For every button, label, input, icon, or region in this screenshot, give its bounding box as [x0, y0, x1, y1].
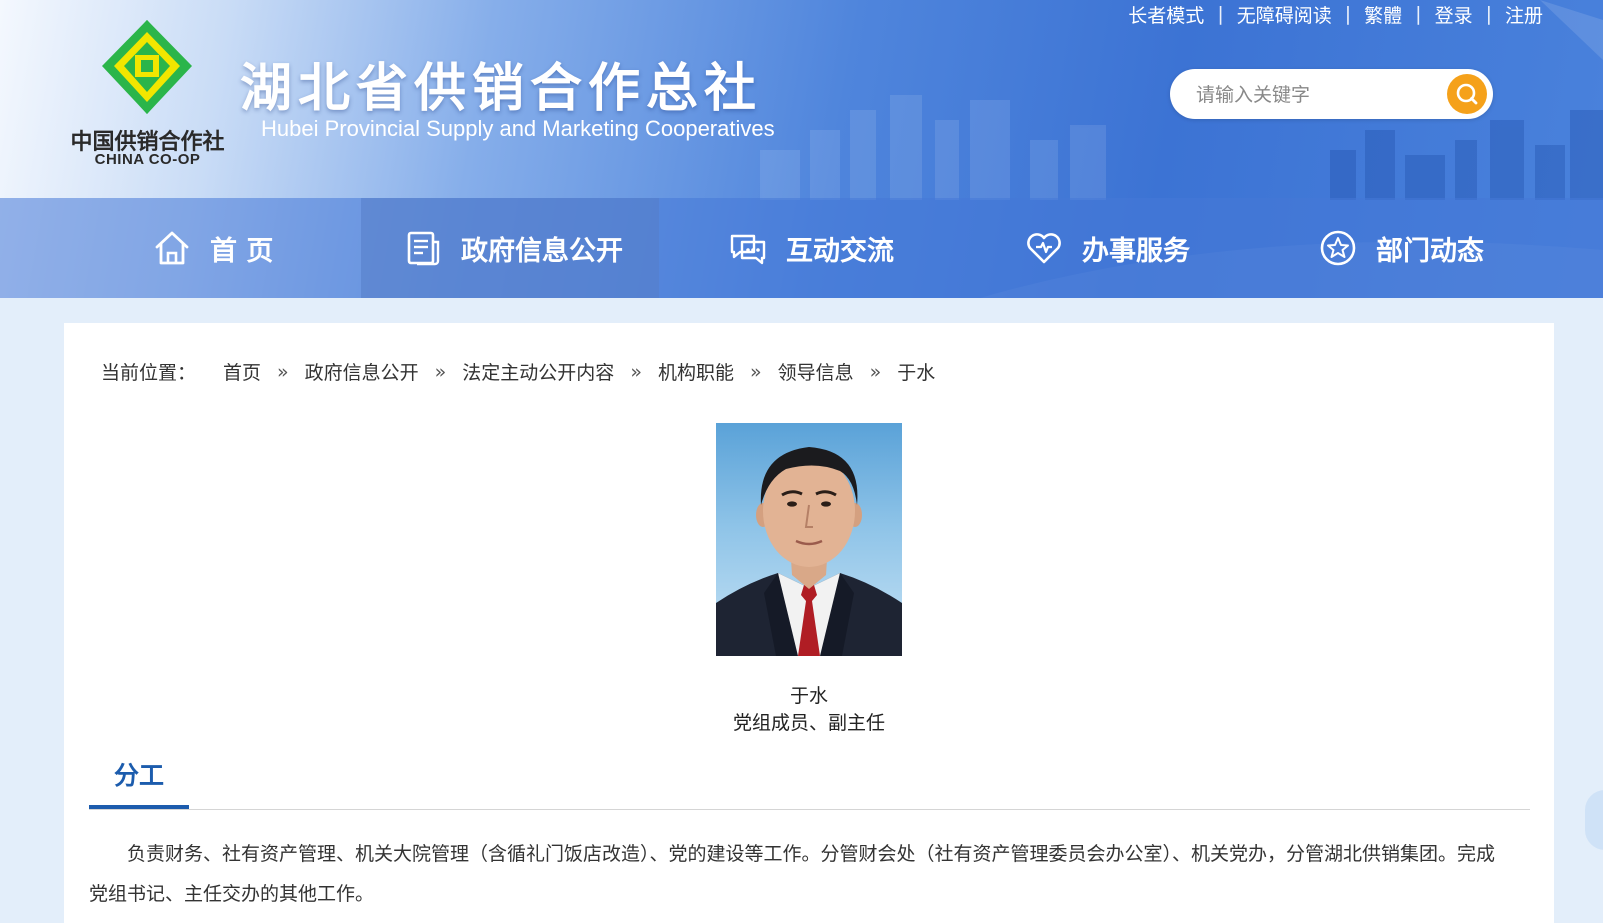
logo-english-text: CHINA CO-OP: [94, 151, 201, 168]
breadcrumb-item-institution-functions[interactable]: 机构职能: [658, 358, 734, 385]
register-link[interactable]: 注册: [1505, 1, 1543, 28]
elder-mode-link[interactable]: 长者模式: [1128, 1, 1204, 28]
portrait-illustration: [716, 447, 902, 656]
search-button[interactable]: [1447, 74, 1487, 114]
breadcrumb-separator: »: [630, 360, 642, 383]
breadcrumb-separator: »: [749, 360, 762, 383]
nav-item-interaction[interactable]: 互动交流: [728, 198, 894, 298]
nav-label-department-news: 部门动态: [1376, 235, 1484, 267]
leader-portrait: [716, 423, 902, 656]
site-logo[interactable]: 中国供销合作社 CHINA CO-OP: [60, 18, 235, 168]
breadcrumb-item-home[interactable]: 首页: [223, 358, 261, 385]
china-coop-emblem-icon: [102, 20, 192, 114]
nav-label-interaction: 互动交流: [786, 235, 894, 267]
floating-side-button[interactable]: [1585, 790, 1603, 850]
chat-icon: [730, 234, 766, 265]
breadcrumb-separator: »: [869, 360, 882, 383]
breadcrumb-separator: »: [277, 360, 289, 383]
divider: |: [1485, 3, 1492, 25]
search-box: [1170, 69, 1493, 119]
login-link[interactable]: 登录: [1435, 1, 1473, 28]
divider: |: [1217, 3, 1224, 25]
site-subtitle: Hubei Provincial Supply and Marketing Co…: [261, 116, 775, 141]
breadcrumb-item-government-info[interactable]: 政府信息公开: [305, 358, 419, 385]
leader-title: 党组成员、副主任: [732, 712, 885, 734]
star-icon: [1320, 230, 1356, 266]
heart-icon: [1027, 233, 1061, 264]
breadcrumb-item-statutory-content[interactable]: 法定主动公开内容: [462, 358, 614, 385]
breadcrumb-separator: »: [434, 360, 447, 383]
divider: |: [1344, 3, 1352, 25]
accessibility-link[interactable]: 无障碍阅读: [1237, 1, 1332, 28]
tab-responsibilities[interactable]: 分工: [89, 756, 189, 809]
responsibilities-text: 负责财务、社有资产管理、机关大院管理（含循礼门饭店改造）、党的建设等工作。分管财…: [89, 843, 1496, 905]
breadcrumb-label: 当前位置：: [101, 362, 197, 384]
nav-item-government-info[interactable]: 政府信息公开: [361, 198, 659, 298]
nav-item-department-news[interactable]: 部门动态: [1318, 198, 1484, 298]
nav-item-services[interactable]: 办事服务: [1024, 198, 1190, 298]
divider: |: [1415, 3, 1422, 25]
traditional-chinese-link[interactable]: 繁體: [1364, 1, 1402, 28]
nav-label-home: 首 页: [210, 235, 274, 267]
home-icon: [155, 231, 189, 265]
breadcrumb-item-leader-info[interactable]: 领导信息: [778, 358, 854, 385]
document-icon: [407, 231, 440, 266]
search-icon: [1456, 83, 1478, 105]
breadcrumb: 当前位置： 首页 » 政府信息公开 » 法定主动公开内容 » 机构职能 » 领导…: [101, 358, 935, 385]
search-input[interactable]: [1194, 79, 1438, 111]
breadcrumb-item-current[interactable]: 于水: [897, 358, 935, 385]
top-utility-links: 长者模式 | 无障碍阅读 | 繁體 | 登录 | 注册: [1128, 0, 1543, 28]
section-divider: [89, 809, 1530, 810]
leader-name: 于水: [789, 685, 828, 707]
site-title: 湖北省供销合作总社: [240, 59, 763, 119]
nav-label-services: 办事服务: [1082, 235, 1190, 267]
nav-item-home[interactable]: 首 页: [152, 198, 273, 298]
nav-label-government-info: 政府信息公开: [461, 235, 623, 267]
